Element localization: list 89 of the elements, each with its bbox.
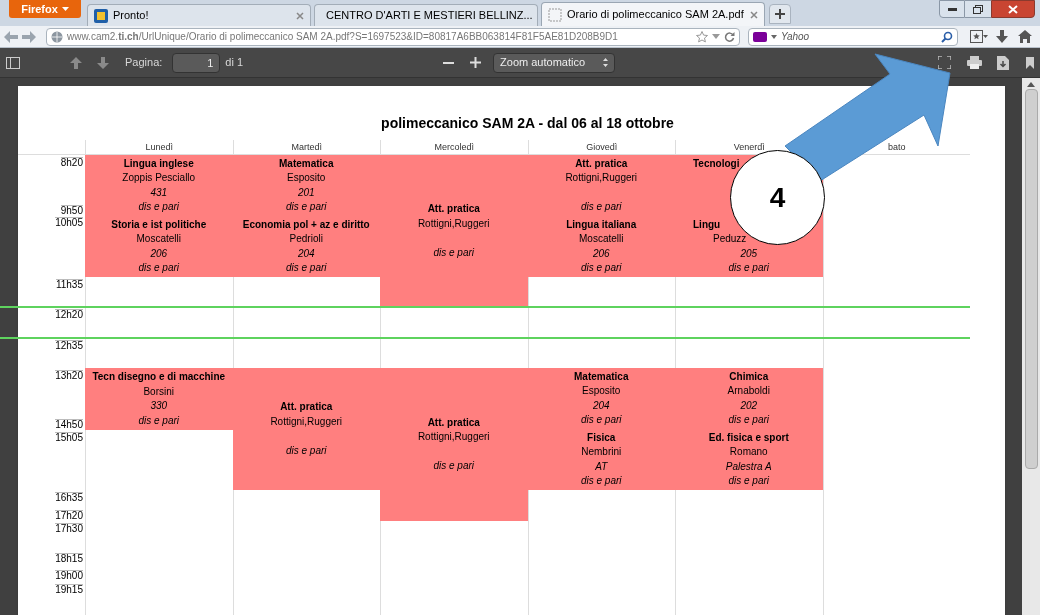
subject-name: Fisica: [587, 430, 616, 445]
room-number: 206: [150, 246, 168, 261]
room-number: 201: [297, 185, 315, 200]
time-label: 17h30: [55, 523, 83, 534]
week-note: dis e pari: [728, 474, 770, 488]
week-note: dis e pari: [580, 474, 622, 488]
time-label: 12h20: [55, 309, 83, 320]
time-label: 8h20: [60, 157, 83, 168]
day-header: bato: [888, 142, 906, 152]
teacher-name: Rottigni,Ruggeri: [565, 171, 638, 185]
search-input[interactable]: Yahoo: [781, 29, 937, 44]
subject-name: Lingua italiana: [566, 217, 637, 232]
room-number: 202: [740, 398, 758, 413]
browser-tab[interactable]: Orario di polimeccanico SAM 2A.pdf: [541, 2, 765, 26]
subject-name: Chimica: [729, 369, 769, 384]
url-text: www.cam2.ti.ch/UrlUnique/Orario di polimeccanico SAM 2A.pdf?S=1697523&ID=80817A6BB063814F81F5AE81D208B9D1: [67, 30, 618, 44]
day-header: Lunedì: [145, 142, 173, 152]
room-number: 206: [592, 246, 610, 261]
page-label: Pagina:: [125, 55, 163, 71]
teacher-name: Esposito: [287, 171, 326, 185]
room-number: Palestra A: [725, 459, 772, 474]
zoom-select[interactable]: Zoom automatico: [493, 52, 616, 73]
time-label: 14h50: [55, 419, 83, 430]
room-number: AT: [595, 459, 608, 474]
subject-name: Tecn disegno e di macchine: [92, 370, 226, 384]
subject-name: Lingua inglese: [123, 156, 194, 171]
time-label: 13h20: [55, 370, 83, 381]
time-label: 18h15: [55, 553, 83, 564]
browser-tab[interactable]: CENTRO D'ARTI E MESTIERI BELLINZ...: [314, 4, 538, 26]
browser-tab[interactable]: Pronto!: [87, 4, 311, 26]
room-number: 204: [592, 398, 610, 413]
room-number: 431: [150, 185, 168, 200]
time-label: 17h20: [55, 510, 83, 521]
week-note: dis e pari: [728, 413, 770, 427]
week-note: dis e pari: [138, 200, 180, 214]
week-note: dis e pari: [580, 413, 622, 427]
teacher-name: Moscatelli: [579, 232, 624, 246]
subject-name: Att. pratica: [280, 400, 333, 414]
time-label: 15h05: [55, 432, 83, 443]
subject-name: Ed. fisica e sport: [708, 430, 789, 445]
time-label: 11h35: [55, 279, 83, 290]
teacher-name: Zoppis Pesciallo: [122, 171, 196, 185]
day-header: Martedì: [291, 142, 322, 152]
room-number: 204: [297, 246, 315, 261]
teacher-name: Pedrioli: [289, 232, 323, 246]
subject-name: Matematica: [279, 156, 334, 171]
week-note: dis e pari: [285, 443, 327, 458]
teacher-name: Esposito: [582, 384, 621, 398]
teacher-name: Moscatelli: [136, 232, 181, 246]
teacher-name: Rottigni,Ruggeri: [417, 216, 490, 231]
week-note: dis e pari: [138, 261, 180, 275]
week-note: dis e pari: [728, 261, 770, 275]
timetable-title: polimeccanico SAM 2A - dal 06 al 18 ottobre: [381, 114, 674, 133]
page-number-field[interactable]: 1: [172, 52, 221, 73]
firefox-menu-button[interactable]: Firefox: [9, 0, 81, 18]
time-label: 9h50: [60, 205, 83, 216]
teacher-name: Borsini: [143, 384, 175, 399]
day-header: Mercoledì: [434, 142, 474, 152]
time-label: 19h00: [55, 570, 83, 581]
week-note: dis e pari: [433, 245, 475, 260]
subject-name: Economia pol + az e diritto: [242, 217, 370, 232]
teacher-name: Arnaboldi: [727, 384, 770, 398]
subject-name: Att. pratica: [427, 415, 480, 430]
address-bar[interactable]: www.cam2.ti.ch/UrlUnique/Orario di polimeccanico SAM 2A.pdf?S=1697523&ID=80817A6BB063814F81F5AE81D208B9D1: [46, 27, 740, 46]
week-note: dis e pari: [580, 200, 622, 214]
subject-name: Matematica: [574, 369, 629, 384]
week-note: dis e pari: [580, 261, 622, 275]
teacher-name: Romano: [729, 445, 768, 459]
teacher-name: Rottigni,Ruggeri: [417, 430, 490, 444]
week-note: dis e pari: [433, 459, 475, 473]
subject-name: Att. pratica: [575, 156, 628, 171]
search-bar[interactable]: Yahoo: [748, 27, 958, 46]
time-label: 16h35: [55, 492, 83, 503]
teacher-name: Nembrini: [581, 445, 622, 459]
day-header: Giovedì: [586, 142, 618, 152]
time-label: 12h35: [55, 340, 83, 351]
day-header: Venerdì: [733, 142, 765, 152]
subject-name: Storia e ist politiche: [111, 217, 207, 232]
teacher-name: Rottigni,Ruggeri: [270, 414, 343, 429]
subject-name: Lingu: [693, 217, 721, 232]
week-note: dis e pari: [285, 200, 327, 214]
room-number: 330: [150, 399, 168, 413]
time-label: 10h05: [55, 217, 83, 228]
subject-name: Att. pratica: [427, 202, 480, 216]
week-note: dis e pari: [138, 413, 180, 428]
week-note: dis e pari: [285, 261, 327, 275]
time-label: 19h15: [55, 584, 83, 595]
page-count: di 1: [225, 55, 244, 71]
room-number: 205: [740, 246, 758, 261]
